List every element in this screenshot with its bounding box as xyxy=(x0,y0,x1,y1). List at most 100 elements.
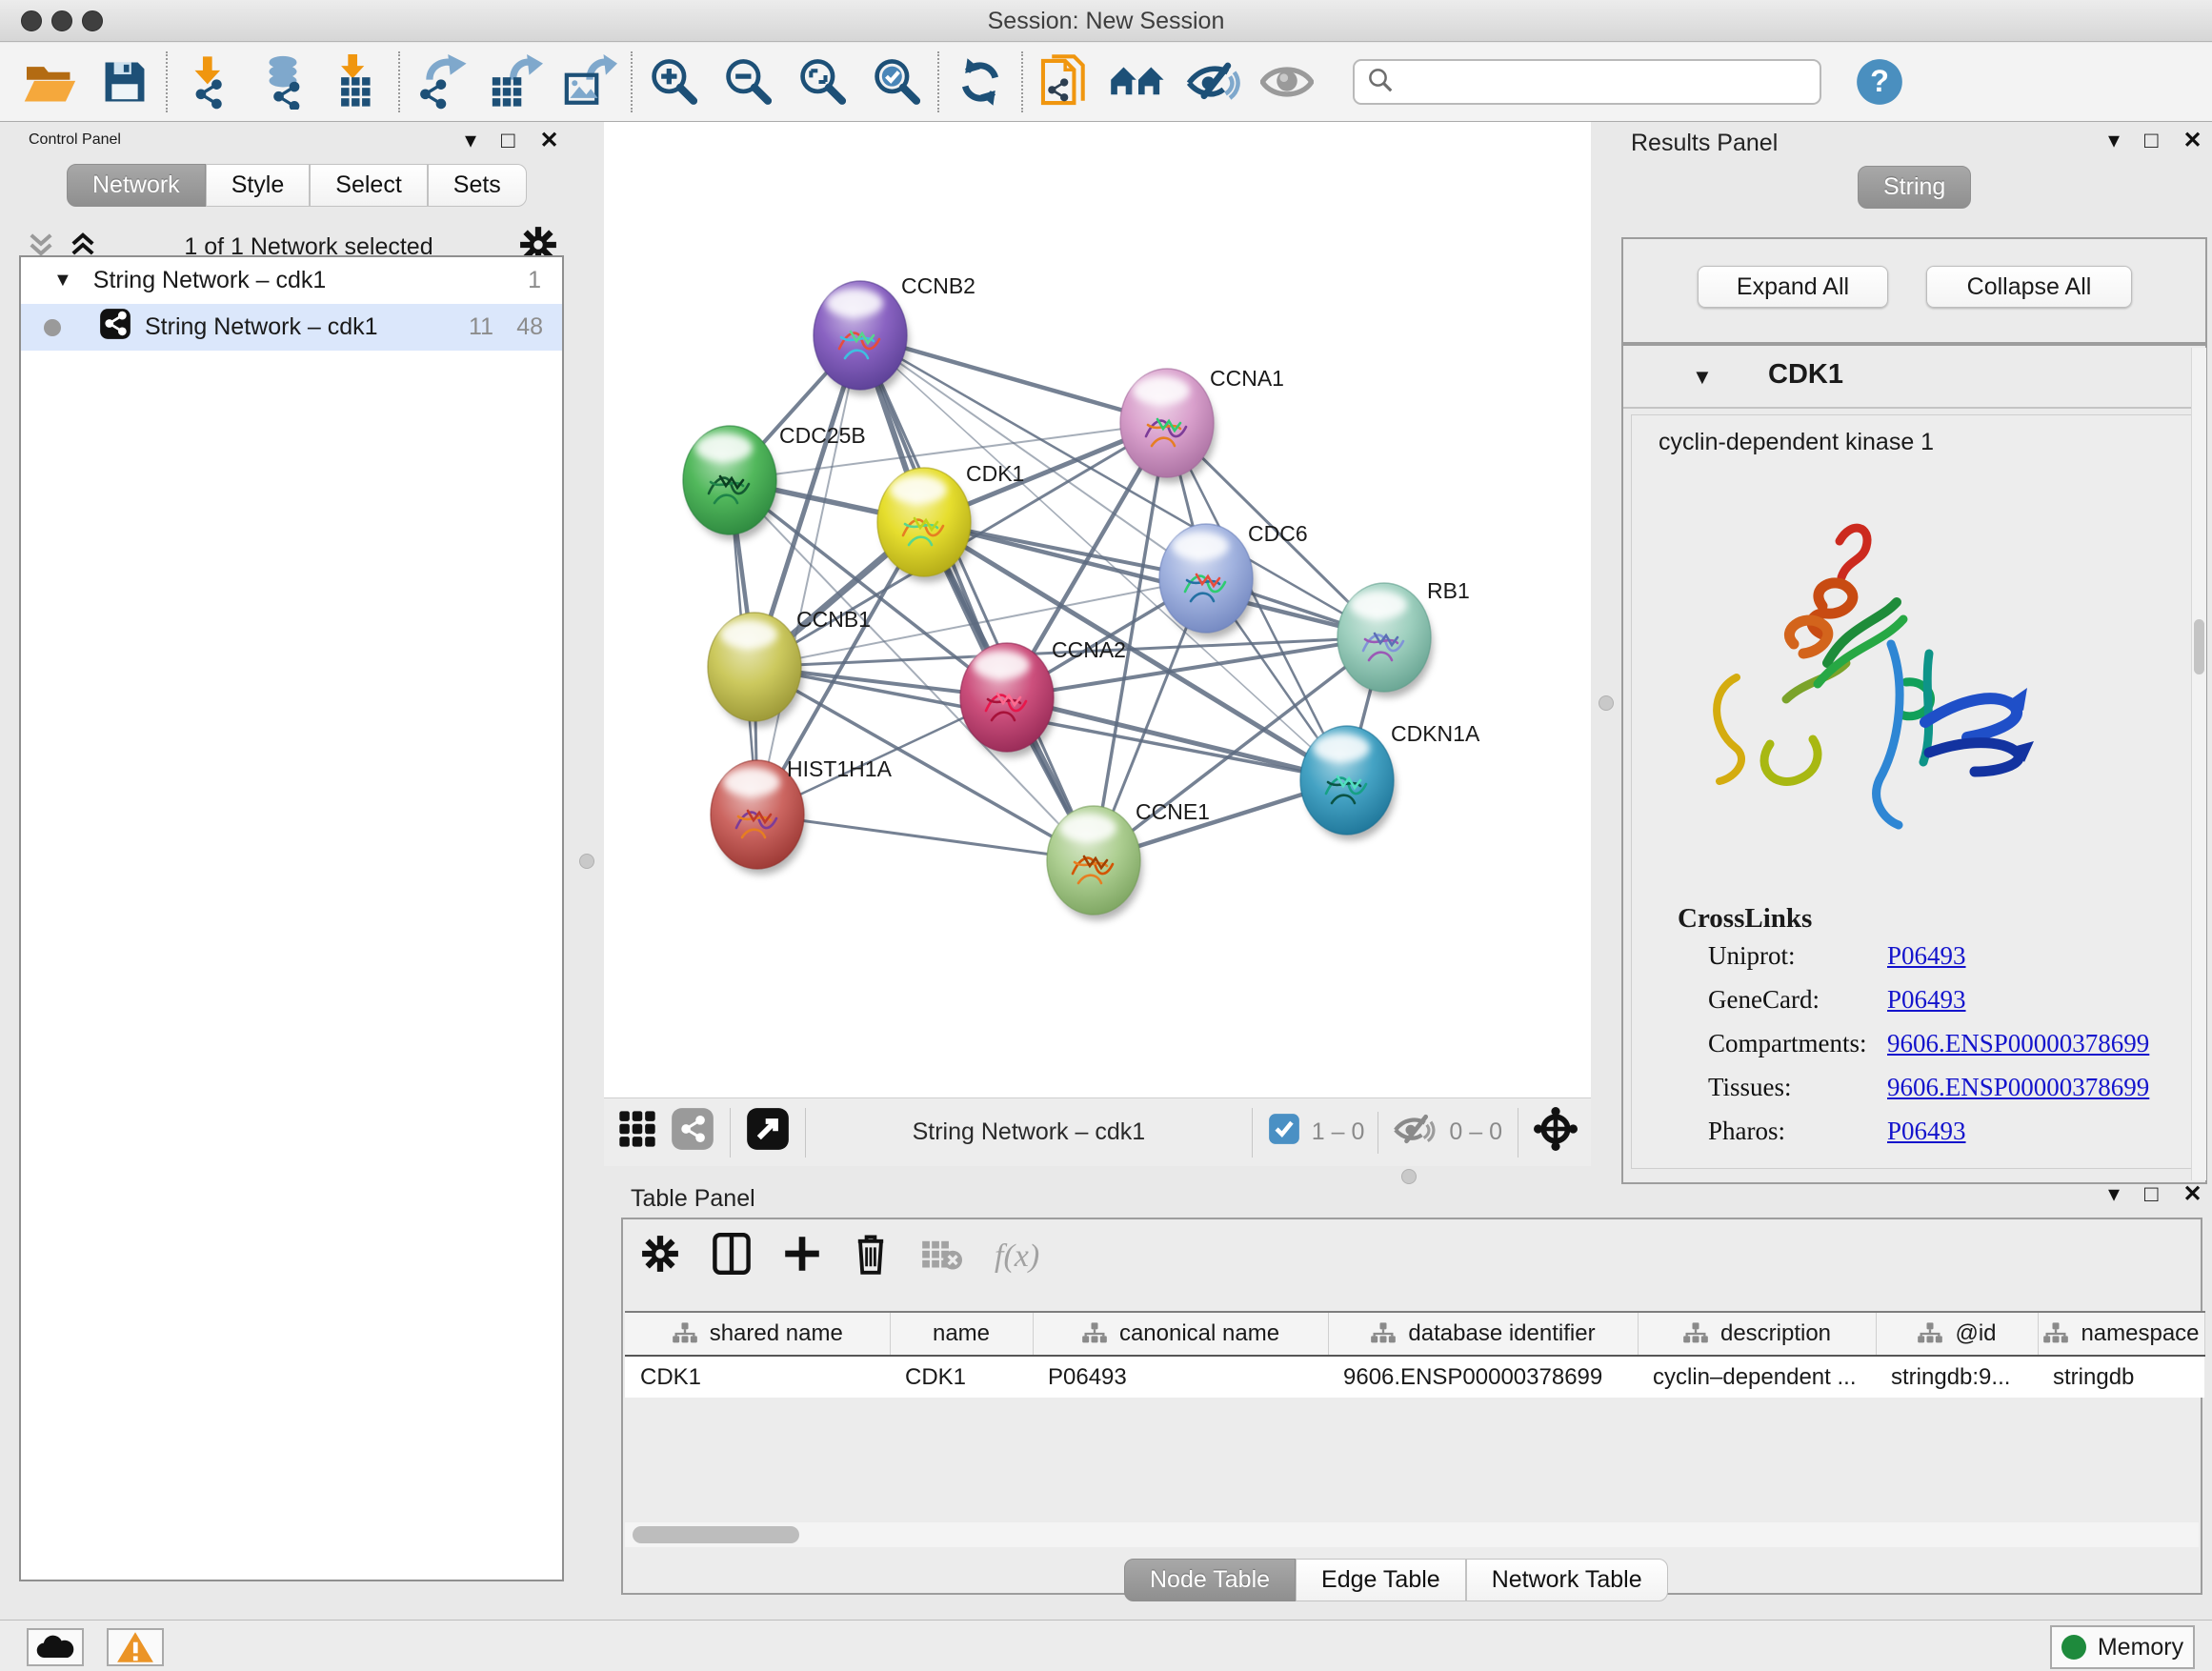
network-node-CCNA2[interactable]: CCNA2 xyxy=(960,637,1126,757)
results-scrollbar[interactable] xyxy=(2191,348,2206,1180)
network-edge-CCNA2-CDKN1A[interactable] xyxy=(1007,697,1347,780)
panel-float-icon[interactable]: □ xyxy=(501,130,515,152)
table-settings-gear-icon[interactable] xyxy=(640,1234,680,1278)
tab-style[interactable]: Style xyxy=(206,164,311,207)
show-columns-icon[interactable] xyxy=(713,1233,751,1279)
network-row[interactable]: String Network – cdk1 11 48 xyxy=(21,304,562,351)
open-session-icon[interactable] xyxy=(13,51,88,112)
network-node-CCNA1[interactable]: CCNA1 xyxy=(1120,366,1284,483)
export-network-icon[interactable] xyxy=(404,51,478,112)
hide-panel-icon[interactable] xyxy=(1176,51,1250,112)
network-node-RB1[interactable]: RB1 xyxy=(1337,578,1470,697)
zoom-in-icon[interactable] xyxy=(636,51,711,112)
panel-menu-caret-icon[interactable]: ▾ xyxy=(465,130,476,152)
grid-view-icon[interactable] xyxy=(617,1109,657,1156)
network-canvas[interactable]: CCNB2CCNA1CDC25BCDK1CDC6RB1CCNB1CCNA2CDK… xyxy=(604,122,1591,1097)
expand-all-button[interactable]: Expand All xyxy=(1698,266,1888,308)
clone-network-icon[interactable] xyxy=(1027,51,1101,112)
network-edge-CCNB2-HIST1H1A[interactable] xyxy=(757,335,860,815)
import-network-icon[interactable] xyxy=(171,51,246,112)
search-box[interactable] xyxy=(1353,59,1821,105)
column-header-canonical-name[interactable]: canonical name xyxy=(1033,1312,1328,1356)
network-node-CCNE1[interactable]: CCNE1 xyxy=(1047,799,1210,920)
bottom-splitter-handle[interactable] xyxy=(1401,1169,1417,1184)
zoom-out-icon[interactable] xyxy=(711,51,785,112)
column-header-description[interactable]: description xyxy=(1638,1312,1876,1356)
zoom-selected-icon[interactable] xyxy=(859,51,934,112)
table-hscrollbar[interactable] xyxy=(625,1522,2199,1547)
search-input[interactable] xyxy=(1395,63,1808,101)
birdseye-icon[interactable] xyxy=(1534,1107,1578,1158)
network-node-HIST1H1A[interactable]: HIST1H1A xyxy=(711,756,893,875)
tab-network[interactable]: Network xyxy=(67,164,206,207)
column-header-name[interactable]: name xyxy=(890,1312,1033,1356)
show-all-panels-icon[interactable] xyxy=(1101,51,1176,112)
table-cell[interactable]: stringdb:9... xyxy=(1876,1356,2038,1398)
gene-collapse-caret-icon[interactable]: ▼ xyxy=(1692,365,1713,390)
table-cell[interactable]: 9606.ENSP00000378699 xyxy=(1328,1356,1638,1398)
collapse-all-button[interactable]: Collapse All xyxy=(1926,266,2132,308)
left-splitter-handle[interactable] xyxy=(579,854,594,869)
save-session-icon[interactable] xyxy=(88,51,162,112)
table-cell[interactable]: P06493 xyxy=(1033,1356,1328,1398)
network-edge-CCNB2-CCNE1[interactable] xyxy=(860,335,1094,860)
crosslink-value-link[interactable]: P06493 xyxy=(1887,941,1966,971)
column-header-namespace[interactable]: namespace xyxy=(2038,1312,2204,1356)
add-column-icon[interactable] xyxy=(783,1235,821,1278)
export-image-icon[interactable] xyxy=(553,51,627,112)
selected-checkbox-icon[interactable] xyxy=(1268,1113,1300,1152)
panel-float-icon[interactable]: □ xyxy=(2144,130,2159,152)
column-header-database-identifier[interactable]: database identifier xyxy=(1328,1312,1638,1356)
import-database-icon[interactable] xyxy=(246,51,320,112)
network-edge-CCNE1-HIST1H1A[interactable] xyxy=(757,815,1094,860)
network-node-CCNB2[interactable]: CCNB2 xyxy=(814,273,975,395)
open-in-window-icon[interactable] xyxy=(746,1107,790,1158)
refresh-layout-icon[interactable] xyxy=(943,51,1017,112)
tab-node-table[interactable]: Node Table xyxy=(1124,1559,1296,1601)
export-table-icon[interactable] xyxy=(478,51,553,112)
panel-close-icon[interactable]: ✕ xyxy=(540,130,559,152)
tab-network-table[interactable]: Network Table xyxy=(1466,1559,1668,1601)
right-splitter-handle[interactable] xyxy=(1599,695,1614,711)
table-row[interactable]: CDK1CDK1P064939606.ENSP00000378699cyclin… xyxy=(625,1356,2204,1398)
crosslink-label: Compartments: xyxy=(1708,1029,1866,1058)
crosslink-value-link[interactable]: P06493 xyxy=(1887,1117,1966,1146)
tab-sets[interactable]: Sets xyxy=(428,164,527,207)
zoom-fit-icon[interactable] xyxy=(785,51,859,112)
crosslink-value-link[interactable]: P06493 xyxy=(1887,985,1966,1015)
column-header--id[interactable]: @id xyxy=(1876,1312,2038,1356)
tab-edge-table[interactable]: Edge Table xyxy=(1296,1559,1466,1601)
tab-select[interactable]: Select xyxy=(310,164,427,207)
function-builder-icon: f(x) xyxy=(995,1238,1039,1275)
table-cell[interactable]: cyclin–dependent ... xyxy=(1638,1356,1876,1398)
network-label: String Network – cdk1 xyxy=(145,313,378,341)
node-label-CDK1: CDK1 xyxy=(966,461,1024,486)
birdseye-toggle-icon[interactable] xyxy=(1250,51,1324,112)
delete-column-icon[interactable] xyxy=(854,1233,888,1279)
panel-float-icon[interactable]: □ xyxy=(2144,1183,2159,1206)
table-cell[interactable]: CDK1 xyxy=(625,1356,890,1398)
crosslink-value-link[interactable]: 9606.ENSP00000378699 xyxy=(1887,1073,2149,1102)
collection-expand-caret-icon[interactable]: ▼ xyxy=(53,270,72,292)
table-cell[interactable]: CDK1 xyxy=(890,1356,1033,1398)
panel-close-icon[interactable]: ✕ xyxy=(2183,130,2202,152)
panel-menu-caret-icon[interactable]: ▾ xyxy=(2108,130,2120,152)
warnings-button[interactable] xyxy=(107,1628,164,1666)
panel-menu-caret-icon[interactable]: ▾ xyxy=(2108,1183,2120,1206)
table-cell[interactable]: stringdb xyxy=(2038,1356,2204,1398)
network-node-CDKN1A[interactable]: CDKN1A xyxy=(1300,721,1480,840)
panel-close-icon[interactable]: ✕ xyxy=(2183,1183,2202,1206)
memory-button[interactable]: Memory xyxy=(2050,1625,2195,1669)
network-node-CDC25B[interactable]: CDC25B xyxy=(683,423,866,540)
crosslink-label: Pharos: xyxy=(1708,1117,1785,1146)
crosslink-value-link[interactable]: 9606.ENSP00000378699 xyxy=(1887,1029,2149,1058)
cloud-status-button[interactable] xyxy=(27,1628,84,1666)
tab-string[interactable]: String xyxy=(1858,166,1971,209)
import-table-icon[interactable] xyxy=(320,51,394,112)
help-button[interactable]: ? xyxy=(1842,51,1917,112)
network-node-CCNB1[interactable]: CCNB1 xyxy=(708,607,871,727)
network-share-tile-icon[interactable] xyxy=(671,1107,714,1158)
hidden-eye-icon[interactable] xyxy=(1392,1112,1438,1153)
column-header-shared-name[interactable]: shared name xyxy=(625,1312,890,1356)
network-collection-row[interactable]: ▼ String Network – cdk1 1 xyxy=(21,257,562,304)
